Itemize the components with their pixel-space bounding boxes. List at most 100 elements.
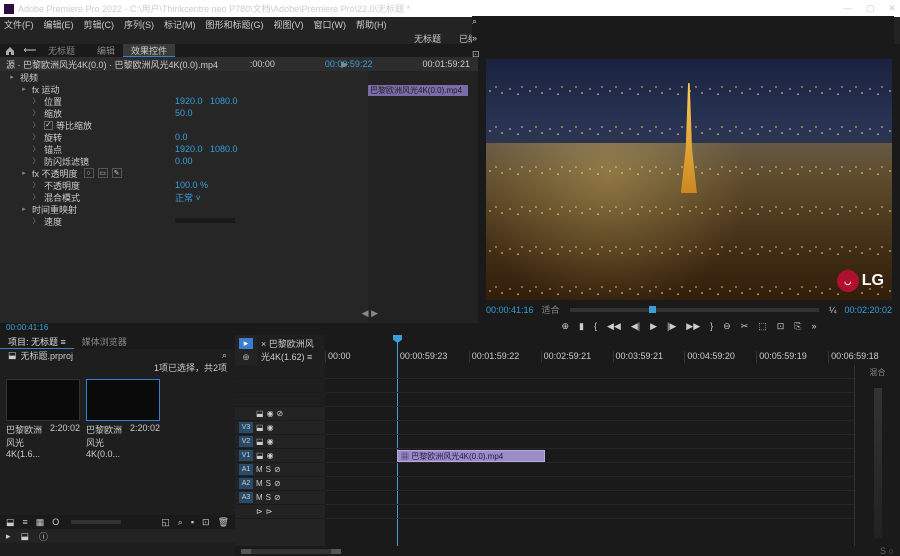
source-tab[interactable]: 无标题 [40, 44, 83, 57]
fx-pager[interactable]: ◀ ▶ [362, 308, 378, 319]
track-toggle-icon[interactable]: M [256, 465, 263, 474]
fit-dropdown[interactable]: 适合 [542, 303, 560, 316]
tab-media-browser[interactable]: 媒体浏览器 [74, 335, 135, 349]
transport-button[interactable]: ⊡ [777, 321, 785, 332]
transport-button[interactable]: ◀◀ [607, 321, 621, 332]
track-row[interactable] [325, 477, 854, 491]
twirl-icon[interactable]: 〉 [32, 97, 40, 105]
tab-effect-controls[interactable]: 效果控件 [123, 44, 175, 57]
audio-track-header[interactable]: A1MS⊘ [235, 463, 325, 477]
track-row[interactable] [325, 435, 854, 449]
track-toggle-icon[interactable]: S [266, 465, 271, 474]
transport-button[interactable]: » [812, 321, 817, 331]
menu-item[interactable]: 编辑(E) [44, 18, 74, 31]
speed-slider[interactable] [175, 218, 235, 223]
track-label[interactable]: A2 [239, 478, 253, 489]
program-tc-current[interactable]: 00:00:41:16 [486, 305, 534, 315]
tool-button[interactable]: ▸ [239, 338, 253, 349]
overflow-icon[interactable]: » [472, 33, 894, 43]
track-row[interactable] [325, 407, 854, 421]
project-action-icon[interactable]: ⊡ [202, 517, 210, 528]
video-track-header[interactable]: V2⬓◉ [235, 435, 325, 449]
twirl-icon[interactable]: 〉 [32, 133, 40, 141]
fx-value[interactable]: 1920.0 [175, 144, 203, 154]
menu-item[interactable]: 序列(S) [124, 18, 154, 31]
program-res[interactable]: ¼ [829, 305, 837, 315]
track-label[interactable]: A3 [239, 492, 253, 503]
project-action-icon[interactable]: ▪ [191, 517, 194, 528]
transport-button[interactable]: ⎘ [794, 321, 801, 332]
track-label[interactable]: V2 [239, 436, 253, 447]
track-area[interactable]: ▦ 巴黎欧洲风光4K(0.0).mp4 [325, 365, 854, 546]
thumbnail[interactable] [86, 379, 160, 421]
track-toggle-icon[interactable]: M [256, 493, 263, 502]
tab-edit[interactable]: 编辑 [89, 44, 123, 57]
transport-button[interactable]: { [594, 321, 597, 331]
track-toggle-icon[interactable]: ⬓ [256, 409, 264, 418]
track-toggle-icon[interactable]: ⊘ [274, 479, 281, 488]
fx-value[interactable]: 1080.0 [210, 96, 238, 106]
project-action-icon[interactable]: 🗑 [218, 517, 229, 528]
close-button[interactable]: ✕ [888, 3, 896, 14]
twirl-icon[interactable]: 〉 [32, 145, 40, 153]
twirl-icon[interactable]: ▸ [8, 73, 16, 81]
track-toggle-icon[interactable]: ⊳ [256, 507, 263, 516]
view-mode-icon[interactable]: ⬓ [6, 517, 15, 528]
twirl-icon[interactable]: 〉 [32, 109, 40, 117]
audio-track-header[interactable]: A2MS⊘ [235, 477, 325, 491]
menu-item[interactable]: 窗口(W) [314, 18, 347, 31]
thumbnail[interactable] [6, 379, 80, 421]
fx-value[interactable]: 50.0 [175, 108, 193, 118]
workspace-tab[interactable]: 无标题 [414, 32, 441, 45]
tab-project[interactable]: 项目: 无标题 ≡ [0, 335, 74, 349]
tool-button[interactable]: ⊕ [239, 352, 253, 363]
program-scrubber[interactable] [570, 308, 819, 312]
track-label[interactable]: V1 [239, 450, 253, 461]
track-row[interactable] [325, 491, 854, 505]
track-toggle-icon[interactable]: ⊘ [277, 409, 284, 418]
fx-value[interactable]: 100.0 % [175, 180, 208, 190]
track-toggle-icon[interactable]: ◉ [267, 451, 274, 460]
fx-mini-timeline[interactable]: 巴黎欧洲风光4K(0.0).mp4 [368, 71, 478, 323]
track-toggle-icon[interactable]: M [256, 479, 263, 488]
fx-mini-clip[interactable]: 巴黎欧洲风光4K(0.0).mp4 [368, 85, 468, 96]
twirl-icon[interactable]: 〉 [32, 157, 40, 165]
transport-button[interactable]: ✂ [741, 321, 749, 332]
transport-button[interactable]: ▮ [579, 321, 584, 332]
view-mode-icon[interactable]: ≡ [23, 517, 28, 527]
twirl-icon[interactable]: 〉 [32, 121, 40, 129]
preview-viewport[interactable]: ◡LG [486, 59, 892, 300]
video-track-header[interactable]: ⬓◉⊘ [235, 407, 325, 421]
track-toggle-icon[interactable]: ⊳ [266, 507, 273, 516]
fx-mask-icons[interactable]: ○▭✎ [84, 168, 122, 178]
zoom-slider[interactable] [71, 520, 121, 524]
view-mode-icon[interactable]: ▦ [36, 517, 45, 528]
track-toggle-icon[interactable]: ⬓ [256, 451, 264, 460]
track-toggle-icon[interactable]: ◉ [267, 409, 274, 418]
status-icon[interactable]: ▸ [6, 531, 11, 542]
project-action-icon[interactable]: ◱ [161, 517, 170, 528]
fx-value[interactable]: 1920.0 [175, 96, 203, 106]
timeline-clip[interactable]: ▦ 巴黎欧洲风光4K(0.0).mp4 [397, 450, 545, 462]
twirl-icon[interactable]: ▸ [20, 85, 28, 93]
track-toggle-icon[interactable]: ⊘ [274, 493, 281, 502]
menu-item[interactable]: 帮助(H) [356, 18, 387, 31]
menu-item[interactable]: 图形和标题(G) [206, 18, 264, 31]
sequence-name[interactable]: × 巴黎欧洲风光4K(1.62) ≡ [261, 337, 321, 363]
search-icon[interactable]: ⌕ [472, 16, 894, 27]
checkbox[interactable] [44, 121, 53, 130]
home-icon[interactable] [4, 46, 16, 56]
track-label[interactable]: A1 [239, 464, 253, 475]
project-item[interactable]: 巴黎欧洲风光4K(0.0...2:20:02 [86, 379, 160, 459]
transport-button[interactable]: ▶ [650, 321, 657, 332]
audio-track-header[interactable]: ⊳⊳ [235, 505, 325, 519]
filter-icon[interactable]: ⌕ [222, 350, 227, 361]
track-toggle-icon[interactable]: ⬓ [256, 423, 264, 432]
video-track-header[interactable]: V1⬓◉ [235, 449, 325, 463]
twirl-icon[interactable]: 〉 [32, 181, 40, 189]
track-toggle-icon[interactable]: S [266, 493, 271, 502]
timeline-zoom[interactable] [241, 549, 341, 554]
track-row[interactable] [325, 463, 854, 477]
track-label[interactable]: V3 [239, 422, 253, 433]
track-row[interactable] [325, 505, 854, 519]
